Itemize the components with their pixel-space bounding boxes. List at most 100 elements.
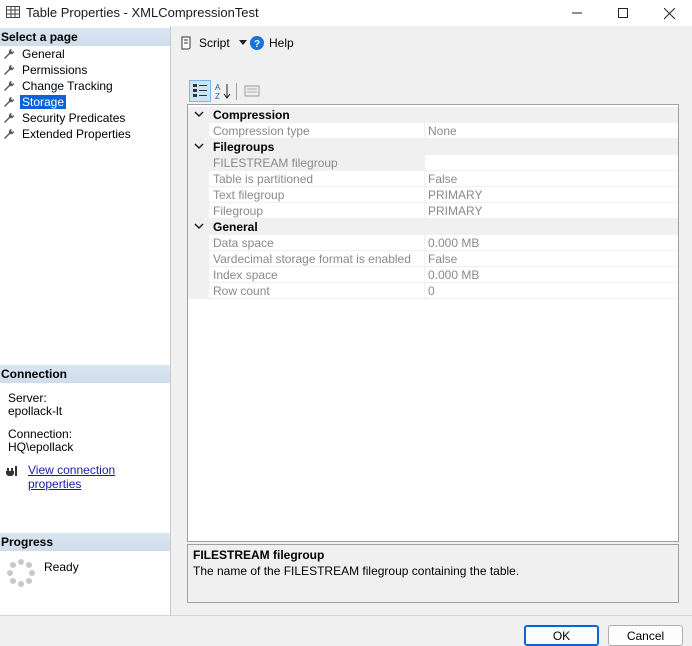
description-text: The name of the FILESTREAM filegroup con… [193, 564, 520, 578]
property-row-selected[interactable]: FILESTREAM filegroup [188, 155, 678, 171]
alphabetical-button[interactable]: A Z [212, 80, 234, 102]
connection-label: Connection: [8, 427, 73, 441]
property-name: Text filegroup [213, 188, 285, 202]
property-name: Index space [213, 268, 278, 282]
connection-header: Connection [0, 365, 170, 383]
script-icon [181, 36, 191, 50]
property-name: Row count [213, 284, 270, 298]
property-row[interactable]: Data space 0.000 MB [188, 235, 678, 251]
chevron-down-icon [194, 143, 204, 150]
left-panel: Select a page General Permissions Change… [0, 26, 171, 615]
progress-spinner-icon [7, 559, 35, 587]
property-value: 0 [428, 284, 435, 298]
table-icon [6, 6, 20, 18]
help-icon: ? [250, 36, 264, 50]
page-label: Change Tracking [22, 79, 113, 93]
script-label: Script [199, 36, 230, 50]
property-name: Table is partitioned [213, 172, 314, 186]
page-item-security-predicates[interactable]: Security Predicates [3, 110, 127, 126]
server-label: Server: [8, 391, 47, 405]
page-label: Storage [20, 95, 67, 109]
help-label: Help [269, 36, 294, 50]
svg-text:A: A [215, 83, 221, 92]
footer-divider [0, 615, 692, 616]
wrench-icon [4, 80, 15, 91]
cancel-button[interactable]: Cancel [608, 625, 683, 646]
svg-text:?: ? [254, 39, 260, 50]
property-row[interactable]: Row count 0 [188, 283, 678, 299]
minimize-icon [572, 12, 582, 14]
category-general[interactable]: General [188, 219, 678, 235]
script-button[interactable]: Script [180, 36, 247, 50]
close-button[interactable] [646, 0, 692, 26]
svg-text:Z: Z [215, 92, 220, 100]
categorized-button[interactable] [189, 80, 211, 102]
select-page-header: Select a page [0, 28, 170, 46]
property-grid: Compression Compression type None Filegr… [187, 104, 679, 542]
server-value: epollack-lt [8, 404, 63, 418]
wrench-icon [4, 112, 15, 123]
minimize-button[interactable] [554, 0, 600, 26]
wrench-icon [4, 48, 15, 59]
property-row[interactable]: Filegroup PRIMARY [188, 203, 678, 219]
category-name: Compression [213, 108, 290, 122]
property-row[interactable]: Text filegroup PRIMARY [188, 187, 678, 203]
category-name: General [213, 220, 258, 234]
progress-status: Ready [44, 560, 79, 574]
property-row[interactable]: Table is partitioned False [188, 171, 678, 187]
property-name: Compression type [213, 124, 310, 138]
property-name: Vardecimal storage format is enabled [213, 252, 411, 266]
window-title: Table Properties - XMLCompressionTest [26, 5, 259, 20]
view-connection-properties-link[interactable]: View connection properties [28, 463, 170, 491]
toolbar-separator [236, 83, 237, 100]
dialog-toolbar: Script ? Help [172, 30, 692, 58]
category-name: Filegroups [213, 140, 275, 154]
property-pages-icon [244, 85, 260, 97]
property-name: FILESTREAM filegroup [213, 156, 338, 170]
page-item-extended-properties[interactable]: Extended Properties [3, 126, 133, 142]
categorized-icon [193, 84, 207, 97]
chevron-down-icon [194, 223, 204, 230]
property-pages-button[interactable] [241, 80, 263, 102]
close-icon [663, 7, 675, 19]
chevron-down-icon [194, 111, 204, 118]
property-value: 0.000 MB [428, 268, 480, 282]
property-description-panel: FILESTREAM filegroup The name of the FIL… [187, 544, 679, 603]
chevron-down-icon [238, 40, 247, 45]
property-row[interactable]: Compression type None [188, 123, 678, 139]
maximize-button[interactable] [600, 0, 646, 26]
page-item-storage[interactable]: Storage [3, 94, 67, 110]
page-label: General [22, 47, 65, 61]
property-value: PRIMARY [428, 188, 483, 202]
help-button[interactable]: ? Help [250, 36, 294, 50]
title-bar: Table Properties - XMLCompressionTest [0, 0, 692, 26]
property-grid-toolbar: A Z [188, 80, 678, 102]
maximize-icon [618, 8, 628, 18]
property-value: False [428, 172, 458, 186]
property-row[interactable]: Vardecimal storage format is enabled Fal… [188, 251, 678, 267]
description-title: FILESTREAM filegroup [193, 548, 325, 562]
connection-value: HQ\epollack [8, 440, 74, 454]
category-filegroups[interactable]: Filegroups [188, 139, 678, 155]
property-value: None [428, 124, 457, 138]
page-item-permissions[interactable]: Permissions [3, 62, 89, 78]
property-value: PRIMARY [428, 204, 483, 218]
page-item-change-tracking[interactable]: Change Tracking [3, 78, 115, 94]
property-value: False [428, 252, 458, 266]
page-label: Extended Properties [22, 127, 131, 141]
property-name: Data space [213, 236, 274, 250]
plug-icon [6, 466, 17, 476]
property-name: Filegroup [213, 204, 264, 218]
progress-header: Progress [0, 533, 170, 551]
property-value: 0.000 MB [428, 236, 480, 250]
category-compression[interactable]: Compression [188, 107, 678, 123]
property-row[interactable]: Index space 0.000 MB [188, 267, 678, 283]
wrench-icon [4, 96, 15, 107]
page-label: Security Predicates [22, 111, 126, 125]
wrench-icon [4, 64, 15, 75]
wrench-icon [4, 128, 15, 139]
ok-button[interactable]: OK [524, 625, 599, 646]
sort-alphabetical-icon: A Z [215, 83, 231, 100]
page-label: Permissions [22, 63, 88, 77]
page-item-general[interactable]: General [3, 46, 67, 62]
